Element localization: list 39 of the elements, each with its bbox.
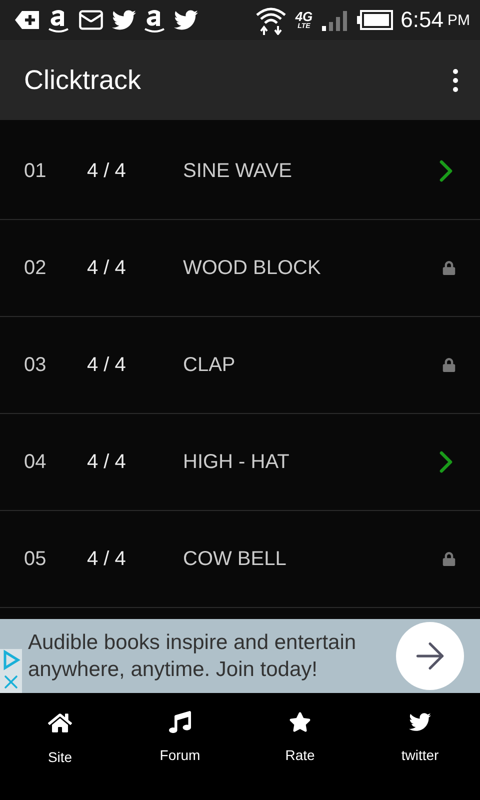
time-signature: 4 / 4 <box>87 160 127 182</box>
tag-plus-icon <box>14 10 40 30</box>
track-row[interactable]: 01 4 / 4 SINE WAVE <box>0 123 480 220</box>
star-icon <box>289 711 311 733</box>
nav-button[interactable]: Forum <box>120 693 240 773</box>
track-row[interactable]: 05 4 / 4 COW BELL <box>0 511 480 608</box>
clock-time: 6:54 <box>400 7 444 33</box>
sound-name: CLAP <box>183 354 236 376</box>
bird-icon <box>112 8 136 32</box>
time-signature: 4 / 4 <box>87 256 127 280</box>
nav-button[interactable]: twitter <box>360 693 480 773</box>
nav-button[interactable]: Rate <box>240 693 360 773</box>
bird-icon <box>174 8 198 32</box>
track-number: 03 <box>24 354 48 376</box>
track-number: 05 <box>24 548 48 570</box>
wifi-icon <box>255 5 288 35</box>
nav-button[interactable]: Site <box>0 693 120 773</box>
track-number: 04 <box>24 450 48 474</box>
app-title: Clicktrack <box>24 64 142 96</box>
sound-name: SINE WAVE <box>183 160 293 182</box>
ad-text: Audible books inspire and entertain anywhere, anytime. Join today! <box>28 630 358 683</box>
sound-name: WOOD BLOCK <box>183 256 322 280</box>
time-signature: 4 / 4 <box>87 450 127 474</box>
time-signature: 4 / 4 <box>87 548 127 570</box>
sound-name: HIGH - HAT <box>183 450 290 474</box>
ad-banner[interactable]: Audible books inspire and entertain anywhere, anytime. Join today! <box>0 619 480 693</box>
home-icon <box>48 711 72 735</box>
signal-icon <box>320 9 349 31</box>
sound-name: COW BELL <box>183 548 288 570</box>
time-signature: 4 / 4 <box>87 354 127 376</box>
track-number: 02 <box>24 256 48 280</box>
track-row[interactable]: 03 4 / 4 CLAP <box>0 317 480 414</box>
clock-meridiem: PM <box>448 12 470 28</box>
track-number: 01 <box>24 160 48 182</box>
music-note-icon <box>169 711 191 733</box>
battery-icon <box>356 10 393 30</box>
track-row[interactable]: 02 4 / 4 WOOD BLOCK <box>0 220 480 317</box>
bird-icon <box>409 711 431 733</box>
track-row[interactable]: 04 4 / 4 HIGH - HAT <box>0 414 480 511</box>
